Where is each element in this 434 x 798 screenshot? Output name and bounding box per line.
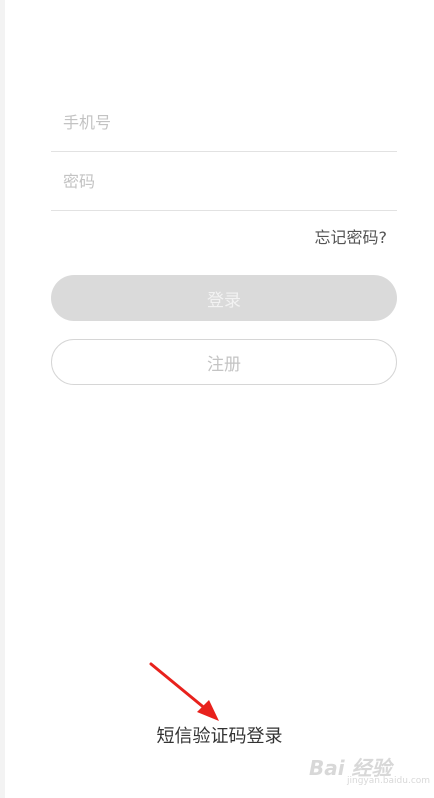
login-button[interactable]: 登录 (51, 275, 397, 321)
register-button[interactable]: 注册 (51, 339, 397, 385)
annotation-arrow-icon (149, 662, 219, 721)
phone-input[interactable] (63, 94, 397, 151)
baidu-jingyan-watermark: Bai 经验 jingyan.baidu.com (309, 740, 430, 790)
register-button-label: 注册 (207, 354, 241, 375)
password-input[interactable] (63, 153, 397, 210)
login-button-label: 登录 (207, 290, 241, 311)
watermark-url: jingyan.baidu.com (347, 776, 431, 786)
password-field (51, 153, 397, 211)
login-screen: 忘记密码? 登录 注册 短信验证码登录 Bai 经验 jingyan.baidu… (5, 0, 434, 798)
phone-field (51, 94, 397, 152)
forgot-password-link[interactable]: 忘记密码? (315, 224, 388, 248)
